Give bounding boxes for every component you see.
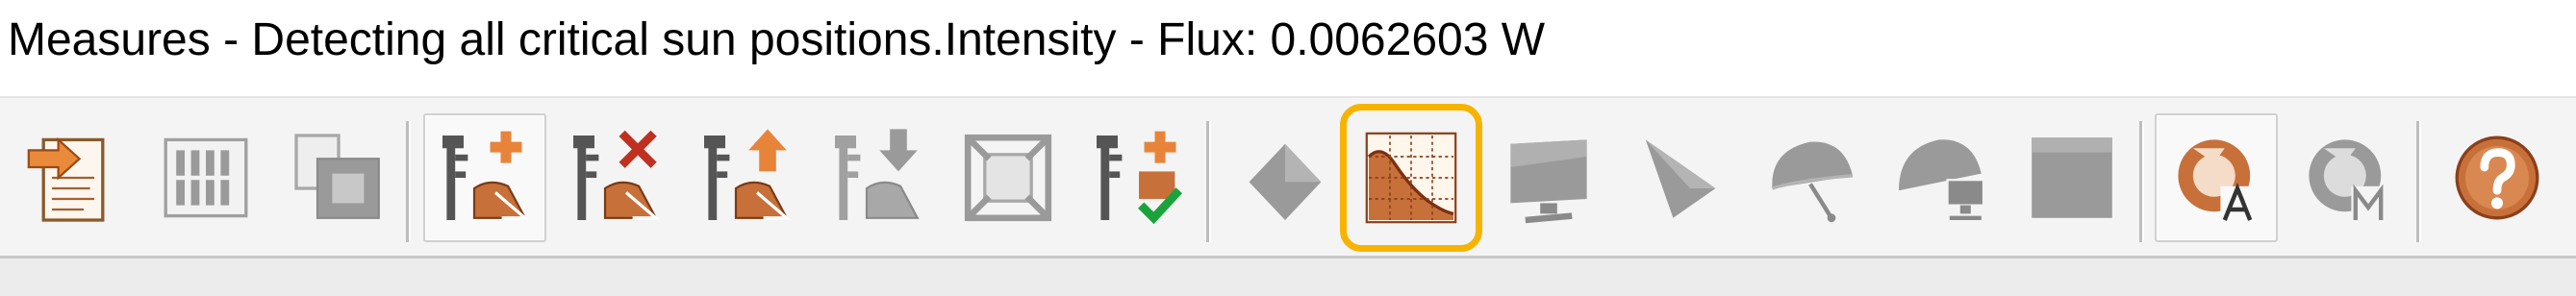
import-measure-icon xyxy=(835,129,920,220)
fit-view-icon xyxy=(964,134,1052,222)
square-measure-button[interactable] xyxy=(2010,113,2134,242)
help-button[interactable] xyxy=(2436,113,2559,242)
content-area xyxy=(0,256,2576,296)
import-report-button[interactable] xyxy=(12,113,135,242)
title-bar: Measures - Detecting all critical sun po… xyxy=(0,0,2576,96)
cone-measure-button[interactable] xyxy=(1618,113,1741,242)
auto-refresh-button[interactable] xyxy=(2155,113,2278,242)
sphere-screen-measure-button[interactable] xyxy=(1880,113,2003,242)
refresh-auto-icon xyxy=(2178,139,2257,223)
fit-view-button[interactable] xyxy=(947,113,1070,242)
grid-icon xyxy=(164,137,248,218)
toolbar-separator xyxy=(1206,121,1209,242)
validate-measure-icon xyxy=(1097,131,1183,225)
toolbar-separator xyxy=(406,121,409,242)
export-measure-button[interactable] xyxy=(685,113,808,242)
square-icon xyxy=(2032,137,2112,218)
sphere-icon xyxy=(1771,141,1854,223)
point-measure-button[interactable] xyxy=(1224,113,1347,242)
copy-icon xyxy=(294,134,380,219)
surface-chart-icon xyxy=(1365,132,1457,224)
sphere-screen-icon xyxy=(1899,139,1985,220)
toolbar-separator xyxy=(2416,121,2419,242)
diamond-icon xyxy=(1249,143,1322,220)
help-icon xyxy=(2455,136,2539,220)
grid-view-button[interactable] xyxy=(144,113,267,242)
copy-button[interactable] xyxy=(277,113,400,242)
toolbar xyxy=(0,96,2576,258)
validate-measure-button[interactable] xyxy=(1077,113,1200,242)
export-measure-icon xyxy=(704,129,792,220)
import-report-icon xyxy=(27,136,105,222)
sphere-measure-button[interactable] xyxy=(1749,113,1872,242)
cone-icon xyxy=(1645,139,1716,218)
import-measure-button[interactable] xyxy=(816,113,939,242)
delete-measure-icon xyxy=(573,130,661,220)
window-title: Measures - Detecting all critical sun po… xyxy=(8,14,1546,65)
delete-measure-button[interactable] xyxy=(554,113,677,242)
add-measure-icon xyxy=(442,131,530,220)
screen-measure-button[interactable] xyxy=(1487,113,1610,242)
manual-refresh-button[interactable] xyxy=(2286,113,2409,242)
surface-measure-button[interactable] xyxy=(1350,113,1473,242)
toolbar-separator xyxy=(2139,121,2142,242)
refresh-manual-icon xyxy=(2309,139,2387,223)
add-measure-button[interactable] xyxy=(423,113,546,242)
screen-icon xyxy=(1510,139,1587,224)
